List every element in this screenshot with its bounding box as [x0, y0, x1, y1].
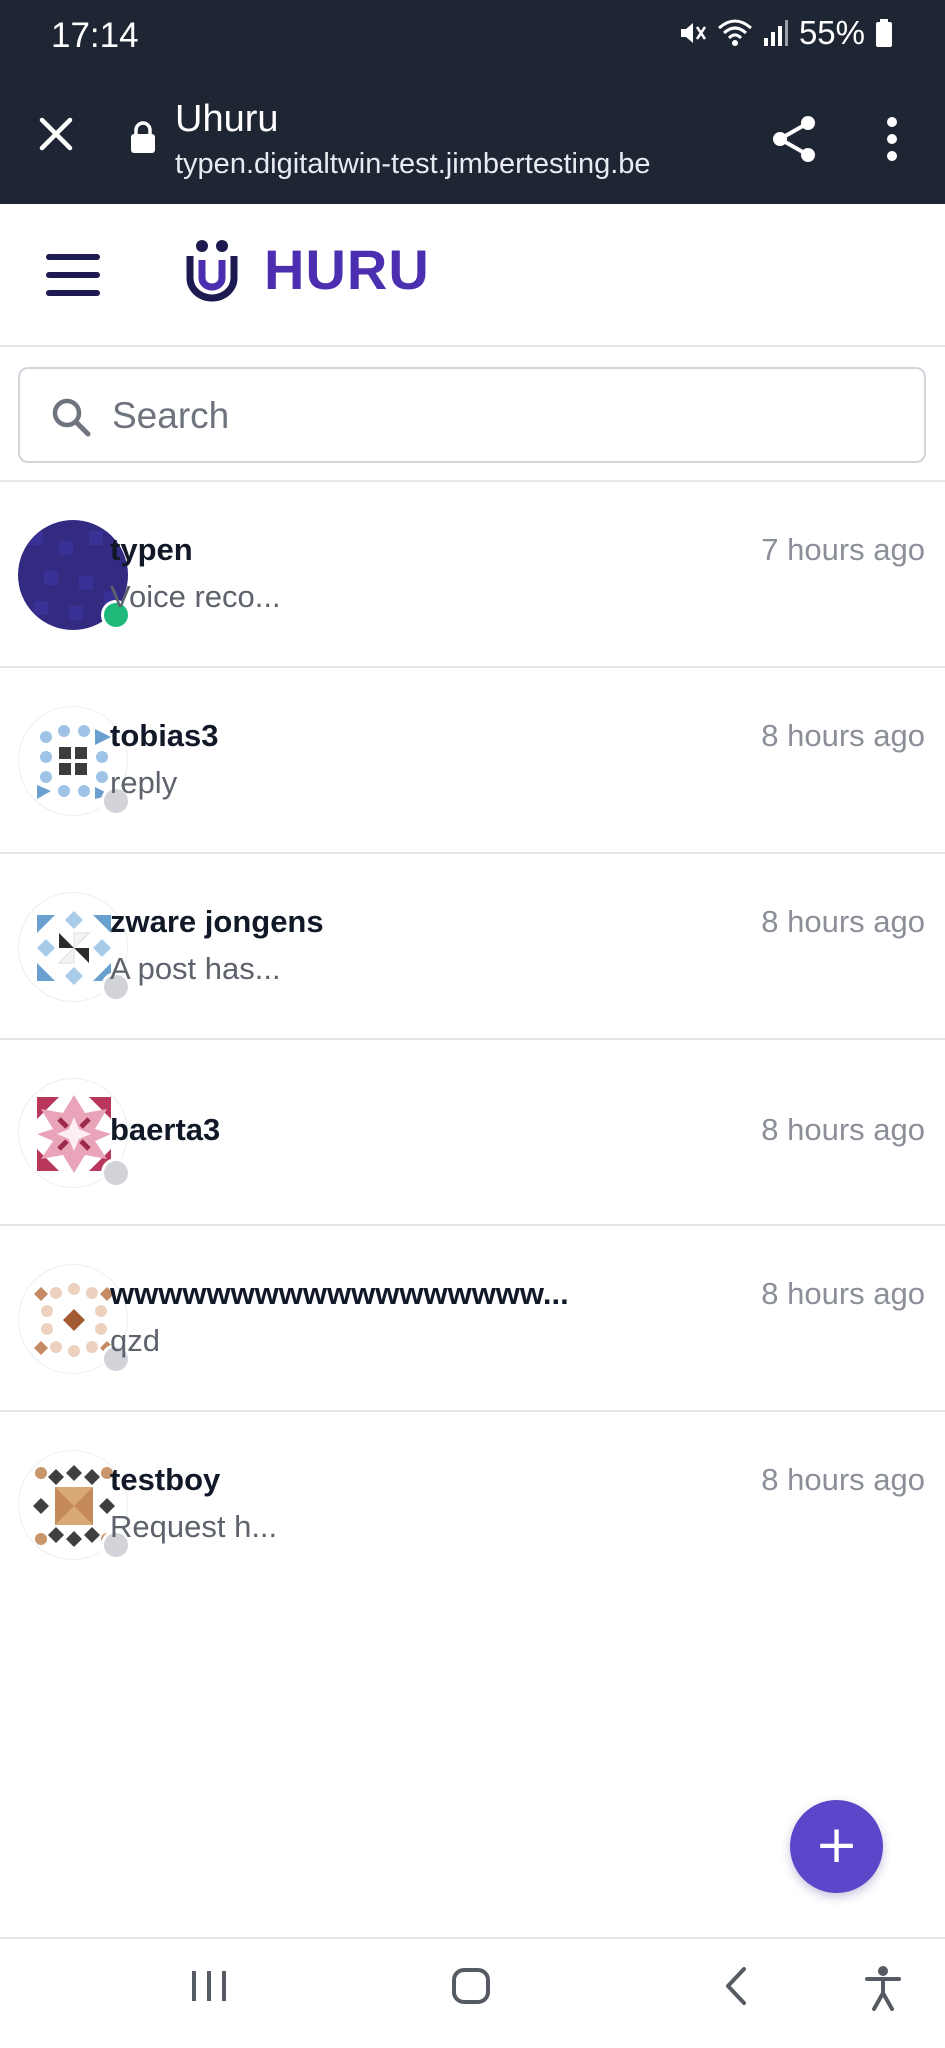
chat-preview: qzd — [110, 1323, 160, 1358]
android-nav-bar — [0, 1937, 945, 2048]
chat-name: wwwwwwwwwwwwwwwwww... — [110, 1276, 569, 1311]
chat-list: typen Voice reco... 7 hours ago tobias3 … — [0, 482, 945, 1598]
chat-name: tobias3 — [110, 718, 219, 753]
more-options-icon[interactable] — [884, 114, 900, 164]
close-icon[interactable] — [36, 114, 76, 154]
browser-tab-bar: Uhuru typen.digitaltwin-test.jimbertesti… — [0, 74, 945, 204]
chat-row-typen[interactable]: typen Voice reco... 7 hours ago — [0, 482, 945, 668]
lock-icon — [131, 121, 155, 153]
chat-timestamp: 7 hours ago — [761, 532, 925, 567]
chat-row-baerta3[interactable]: baerta3 8 hours ago — [0, 1040, 945, 1226]
logo-text: HURU — [264, 237, 430, 301]
signal-icon — [763, 20, 788, 46]
chat-preview: A post has... — [110, 951, 281, 986]
page-title: Uhuru — [175, 98, 279, 140]
chat-name: zware jongens — [110, 904, 324, 939]
chat-row-testboy[interactable]: testboy Request h... 8 hours ago — [0, 1412, 945, 1598]
chat-name: testboy — [110, 1462, 221, 1497]
chat-preview: Request h... — [110, 1509, 278, 1544]
search-input[interactable] — [112, 379, 892, 453]
chat-name: baerta3 — [110, 1112, 221, 1147]
new-chat-button[interactable]: + — [790, 1800, 883, 1893]
wifi-icon — [717, 19, 752, 46]
search-icon — [52, 398, 91, 437]
hamburger-menu-icon[interactable] — [46, 252, 100, 298]
chat-timestamp: 8 hours ago — [761, 1462, 925, 1497]
accessibility-icon[interactable] — [864, 1965, 902, 2011]
chat-preview: reply — [110, 765, 178, 800]
logo-u-mark-icon — [186, 240, 238, 302]
chat-timestamp: 8 hours ago — [761, 1112, 925, 1147]
plus-icon: + — [814, 1815, 859, 1875]
offline-status-indicator — [101, 1158, 131, 1188]
chat-timestamp: 8 hours ago — [761, 904, 925, 939]
mute-icon — [680, 23, 706, 43]
chat-timestamp: 8 hours ago — [761, 718, 925, 753]
share-icon[interactable] — [770, 114, 818, 164]
chat-name: typen — [110, 532, 193, 567]
chat-preview: Voice reco... — [110, 579, 281, 614]
battery-icon — [876, 19, 892, 47]
chat-row-zware-jongens[interactable]: zware jongens A post has... 8 hours ago — [0, 854, 945, 1040]
android-status-bar: 17:14 55% — [0, 0, 945, 74]
page-url[interactable]: typen.digitaltwin-test.jimbertesting.be — [175, 148, 651, 181]
status-icons: 55% — [677, 14, 893, 52]
recent-apps-icon[interactable] — [190, 1965, 228, 2007]
chat-row-tobias3[interactable]: tobias3 reply 8 hours ago — [0, 668, 945, 854]
chat-timestamp: 8 hours ago — [761, 1276, 925, 1311]
app-header: HURU — [0, 204, 945, 347]
search-box[interactable] — [18, 367, 926, 463]
home-icon[interactable] — [450, 1965, 492, 2007]
battery-percent: 55% — [798, 14, 865, 51]
uhuru-logo[interactable]: HURU — [180, 234, 430, 304]
back-icon[interactable] — [720, 1965, 750, 2007]
status-time: 17:14 — [51, 16, 139, 55]
chat-row-wwww[interactable]: wwwwwwwwwwwwwwwwww... qzd 8 hours ago — [0, 1226, 945, 1412]
